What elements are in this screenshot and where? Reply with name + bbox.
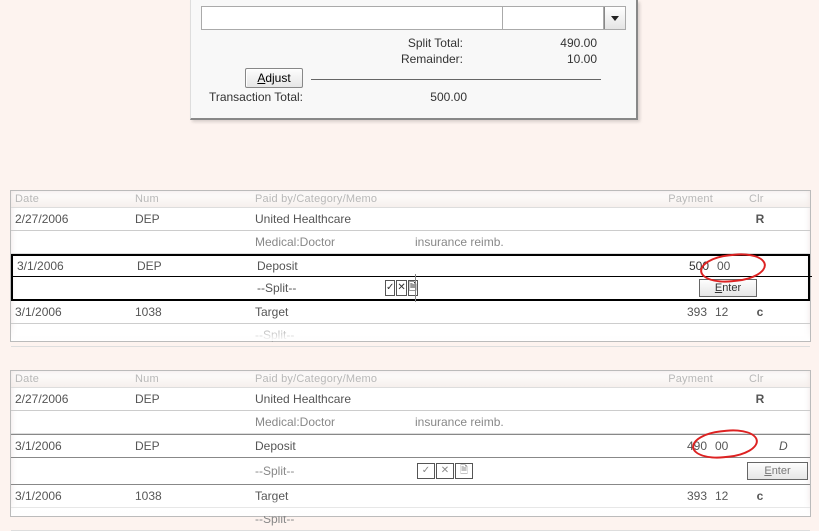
date-cell: 3/1/2006	[11, 302, 131, 322]
num-cell: DEP	[131, 209, 251, 229]
amount-whole: 393	[551, 302, 713, 322]
split-entry-row	[201, 6, 626, 30]
table-row[interactable]: 3/1/2006 1038 Target 393 12 c	[11, 301, 810, 324]
register-header: Date Num Paid by/Category/Memo Payment C…	[11, 371, 810, 388]
num-cell[interactable]: DEP	[133, 256, 253, 276]
table-row[interactable]: 3/1/2006 DEP Deposit 490 00 D	[11, 434, 810, 458]
amount-cents: 00	[715, 256, 747, 276]
col-clr: Clr	[749, 193, 779, 205]
payee-cell: United Healthcare	[251, 209, 551, 229]
register-before: Date Num Paid by/Category/Memo Payment C…	[10, 190, 811, 342]
clr-cell: R	[745, 209, 775, 229]
transaction-total-label: Transaction Total:	[201, 90, 311, 104]
remainder-label: Remainder:	[311, 52, 471, 66]
active-transaction[interactable]: 3/1/2006 DEP Deposit 500 00 --Split-- ✓ …	[11, 254, 810, 301]
split-dialog-icon[interactable]: 🗎	[455, 463, 473, 479]
amount-whole: 490	[551, 436, 713, 456]
split-category-cell[interactable]	[202, 7, 503, 29]
enter-button[interactable]: Enter	[699, 279, 757, 297]
confirm-icon[interactable]: ✓	[385, 280, 395, 296]
col-num: Num	[135, 193, 255, 205]
split-totals-panel: Split Total: 490.00 Remainder: 10.00 Adj…	[190, 0, 638, 120]
date-cell: 2/27/2006	[11, 209, 131, 229]
memo-cell: insurance reimb.	[411, 232, 551, 252]
table-row[interactable]: 2/27/2006 DEP United Healthcare R	[11, 208, 810, 231]
category-cell: Medical:Doctor	[251, 232, 411, 252]
transaction-total-value: 500.00	[311, 90, 471, 104]
clr-cell: c	[745, 302, 775, 322]
date-cell[interactable]: 3/1/2006	[13, 256, 133, 276]
num-cell: 1038	[131, 302, 251, 322]
table-row-sub: --Split-- ✓ ✕ 🗎 Enter	[11, 458, 810, 485]
col-date: Date	[15, 193, 135, 205]
col-paid: Paid by/Category/Memo	[255, 193, 555, 205]
payee-cell[interactable]: Deposit	[253, 256, 553, 276]
amount-cents: 00	[713, 436, 745, 456]
chevron-down-icon	[610, 13, 620, 23]
amount-whole[interactable]: 500	[553, 256, 715, 276]
register-after: Date Num Paid by/Category/Memo Payment C…	[10, 370, 811, 517]
category-cell[interactable]: --Split--	[253, 278, 383, 298]
confirm-icon[interactable]: ✓	[417, 463, 435, 479]
split-total-label: Split Total:	[311, 36, 471, 50]
payee-cell: Target	[251, 302, 551, 322]
split-action-icons: ✓ ✕ 🗎	[415, 461, 547, 481]
split-amount-cell[interactable]	[503, 7, 604, 29]
split-action-icons: ✓ ✕ 🗎	[383, 278, 415, 298]
cancel-icon[interactable]: ✕	[436, 463, 454, 479]
col-payment: Payment	[555, 193, 717, 205]
cancel-icon[interactable]: ✕	[396, 280, 406, 296]
adjust-button[interactable]: Adjust	[245, 68, 303, 88]
remainder-value: 10.00	[471, 52, 601, 66]
enter-button[interactable]: Enter	[747, 462, 808, 480]
table-row-sub: Medical:Doctor insurance reimb.	[11, 231, 810, 254]
register-header: Date Num Paid by/Category/Memo Payment C…	[11, 191, 810, 208]
table-row-sub: Medical:Doctor insurance reimb.	[11, 411, 810, 434]
table-row[interactable]: 2/27/2006 DEP United Healthcare R	[11, 388, 810, 411]
dropdown-button[interactable]	[604, 7, 625, 29]
amount-cents: 12	[713, 302, 745, 322]
memo-input[interactable]	[415, 274, 535, 302]
split-total-value: 490.00	[471, 36, 601, 50]
